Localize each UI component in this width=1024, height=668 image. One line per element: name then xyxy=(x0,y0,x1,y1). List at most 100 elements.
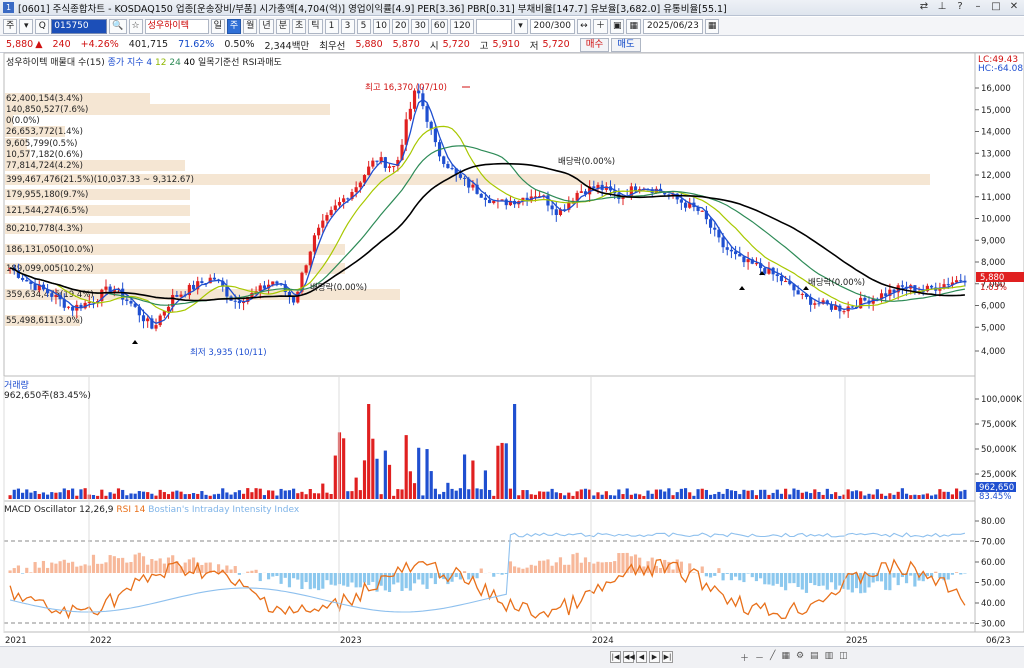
macd-bar xyxy=(871,573,875,583)
macd-bar xyxy=(296,573,300,580)
grid-tool-icon[interactable]: ▦ xyxy=(781,651,790,664)
volume-profile-label: 186,131,050(10.0%) xyxy=(6,245,94,255)
volume-bar xyxy=(271,490,275,499)
macd-bar xyxy=(492,573,496,577)
volume-bar xyxy=(133,493,137,499)
volume-bar xyxy=(104,495,108,499)
line-tool-icon[interactable]: ╱ xyxy=(770,651,775,664)
volume-bar xyxy=(66,490,71,499)
volume-bar xyxy=(583,488,588,499)
indicator-tick-label: 70.00 xyxy=(981,538,1005,548)
volume-bar xyxy=(400,489,404,499)
volume-bar xyxy=(229,494,233,499)
chart-canvas[interactable]: 16,000 15,000 14,000 13,000 12,000 11,000 10,0… xyxy=(0,0,1024,668)
candle-body xyxy=(141,315,146,322)
volume-bar xyxy=(8,495,12,499)
macd-bar xyxy=(454,573,458,578)
settings-tool-icon[interactable]: ⚙ xyxy=(796,651,804,664)
price-tick-label: 4,000 xyxy=(981,347,1005,357)
candle-body xyxy=(262,285,267,289)
scroll-back-icon[interactable]: ◀ xyxy=(636,651,647,663)
bostian-legend: Bostian's Intraday Intensity Index xyxy=(148,505,300,515)
macd-bar xyxy=(216,564,221,573)
macd-bar xyxy=(50,562,54,573)
volume-bar xyxy=(21,492,25,499)
volume-bar xyxy=(171,491,175,499)
macd-bar xyxy=(237,573,241,575)
macd-bar xyxy=(592,563,596,573)
shrink-tool-icon[interactable]: － xyxy=(755,651,764,664)
macd-bar xyxy=(41,560,46,573)
candle-body xyxy=(271,281,275,285)
volume-bar xyxy=(175,490,179,499)
status-bar: |◀ ◀◀ ◀ ▶ ▶| ＋ － ╱ ▦ ⚙ ▤ ▥ ◫ xyxy=(0,646,1024,668)
x-axis-label: 2022 xyxy=(90,636,112,646)
macd-legend: MACD Oscillator 12,26,9 xyxy=(4,505,114,515)
scroll-end-icon[interactable]: ▶| xyxy=(662,651,673,663)
candle-body xyxy=(367,166,371,176)
volume-bar xyxy=(358,490,362,499)
volume-bar xyxy=(742,489,746,499)
volume-tick-label: 50,000K xyxy=(981,445,1017,455)
macd-bar xyxy=(767,573,771,585)
candle-body xyxy=(592,186,596,189)
volume-bar xyxy=(763,489,767,499)
volume-bar xyxy=(638,494,642,499)
volume-profile-label: 179,955,180(9.7%) xyxy=(6,190,88,200)
volume-profile-label: 62,400,154(3.4%) xyxy=(6,94,83,104)
chart-type-icon[interactable]: ▥ xyxy=(825,651,834,664)
volume-bar xyxy=(513,404,517,499)
macd-bar xyxy=(312,573,317,589)
volume-bar xyxy=(750,490,754,499)
scroll-fwd-icon[interactable]: ▶ xyxy=(649,651,660,663)
macd-bar xyxy=(404,573,408,589)
zoom-tool-icon[interactable]: ＋ xyxy=(740,651,749,664)
candle-body xyxy=(25,279,29,282)
price-tick-label: 16,000 xyxy=(981,84,1011,94)
macd-bar xyxy=(400,573,404,591)
window-tool-icon[interactable]: ◫ xyxy=(839,651,848,664)
macd-bar xyxy=(350,573,354,583)
candle-body xyxy=(763,268,767,274)
volume-bar xyxy=(667,488,671,499)
macd-bar xyxy=(246,571,250,573)
macd-bar xyxy=(75,566,79,573)
volume-bar xyxy=(738,494,742,499)
candle-body xyxy=(166,306,171,312)
volume-bar xyxy=(254,488,258,499)
scroll-prev-icon[interactable]: ◀◀ xyxy=(623,651,635,663)
volume-bar xyxy=(900,488,904,499)
macd-bar xyxy=(959,573,963,575)
macd-bar xyxy=(408,573,412,591)
macd-bar xyxy=(575,552,579,573)
volume-bar xyxy=(771,492,775,499)
macd-bar xyxy=(913,573,917,587)
volume-bar xyxy=(963,489,967,499)
macd-bar xyxy=(150,559,154,573)
candle-body xyxy=(800,293,804,295)
macd-bar xyxy=(425,573,429,589)
macd-bar xyxy=(763,573,767,585)
volume-bar xyxy=(563,495,567,499)
candle-body xyxy=(312,235,317,252)
volume-bar xyxy=(187,494,191,499)
x-axis-label: 06/23 xyxy=(986,636,1011,646)
scroll-start-icon[interactable]: |◀ xyxy=(610,651,621,663)
candle-body xyxy=(959,280,963,282)
macd-bar xyxy=(604,562,608,573)
volume-bar xyxy=(775,489,779,499)
macd-bar xyxy=(621,553,625,573)
candle-body xyxy=(488,199,492,204)
volume-profile-label: 0(0.0%) xyxy=(6,116,40,126)
print-tool-icon[interactable]: ▤ xyxy=(810,651,819,664)
candle-body xyxy=(71,306,75,311)
macd-bar xyxy=(104,562,108,573)
volume-bar xyxy=(141,491,146,499)
candle-body xyxy=(33,284,37,291)
x-axis-label: 2024 xyxy=(592,636,614,646)
macd-bar xyxy=(225,565,229,573)
candle-body xyxy=(450,168,454,170)
candle-body xyxy=(258,285,262,292)
macd-bar xyxy=(671,569,675,573)
macd-bar xyxy=(271,573,275,577)
